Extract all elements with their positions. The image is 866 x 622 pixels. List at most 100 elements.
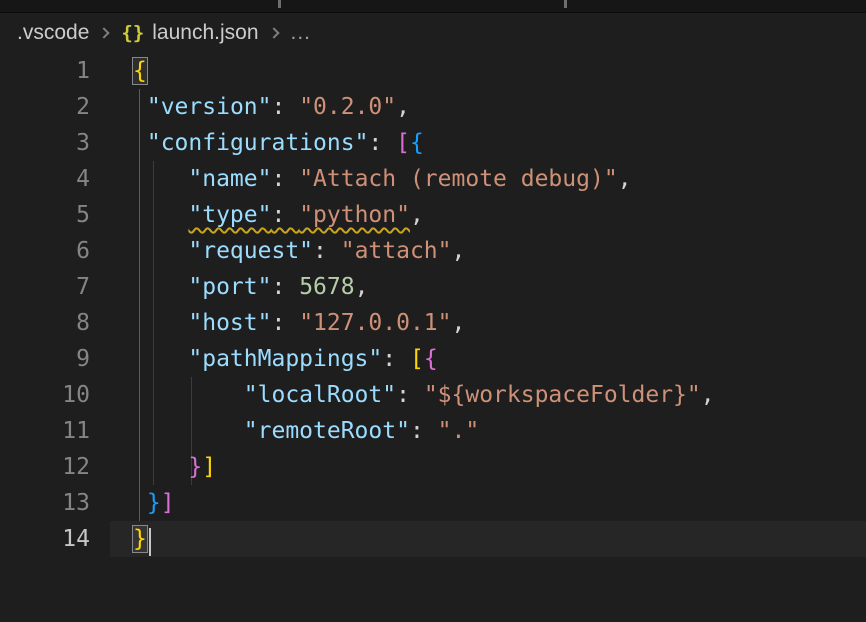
code-token: : — [368, 130, 396, 156]
code-token: ] — [161, 490, 175, 516]
code-line-content[interactable]: "request": "attach", — [110, 233, 866, 269]
code-token: "localRoot" — [244, 382, 396, 408]
code-line-content[interactable]: "remoteRoot": "." — [110, 413, 866, 449]
code-line-content[interactable]: }] — [110, 449, 866, 485]
text-cursor — [149, 528, 151, 556]
code-line: 1{ — [0, 53, 866, 89]
code-token: "type" — [188, 202, 271, 228]
breadcrumb: .vscode {} launch.json ... — [0, 13, 866, 53]
code-line: 9 "pathMappings": [{ — [0, 341, 866, 377]
code-token: "request" — [188, 238, 313, 264]
line-number[interactable]: 9 — [0, 341, 110, 377]
chevron-right-icon — [99, 27, 110, 38]
code-token: "port" — [188, 274, 271, 300]
breadcrumb-item-vscode[interactable]: .vscode — [17, 21, 89, 45]
code-line: 13 }] — [0, 485, 866, 521]
code-line: 10 "localRoot": "${workspaceFolder}", — [0, 377, 866, 413]
code-lines: 1{2 "version": "0.2.0",3 "configurations… — [0, 53, 866, 557]
chevron-right-icon — [268, 27, 279, 38]
code-line-content[interactable]: "host": "127.0.0.1", — [110, 305, 866, 341]
code-token: "attach" — [341, 238, 452, 264]
line-number[interactable]: 7 — [0, 269, 110, 305]
code-token: : — [271, 274, 299, 300]
code-token: : — [271, 310, 299, 336]
editor[interactable]: 1{2 "version": "0.2.0",3 "configurations… — [0, 53, 866, 622]
line-number[interactable]: 3 — [0, 125, 110, 161]
code-token: { — [410, 130, 424, 156]
code-line: 5 "type": "python", — [0, 197, 866, 233]
code-token: , — [410, 202, 424, 228]
tab-separator-icon — [564, 0, 567, 8]
code-token: , — [452, 238, 466, 264]
code-line-content[interactable]: "localRoot": "${workspaceFolder}", — [110, 377, 866, 413]
code-line-content[interactable]: } — [110, 521, 866, 557]
code-token: , — [355, 274, 369, 300]
code-token: } — [147, 490, 161, 516]
line-number[interactable]: 4 — [0, 161, 110, 197]
json-braces-icon: {} — [121, 22, 144, 44]
line-number[interactable]: 14 — [0, 521, 110, 557]
code-token: ] — [202, 454, 216, 480]
code-token: , — [701, 382, 715, 408]
code-line: 11 "remoteRoot": "." — [0, 413, 866, 449]
tab-bar-strip — [0, 0, 866, 13]
code-line: 8 "host": "127.0.0.1", — [0, 305, 866, 341]
code-line-content[interactable]: { — [110, 53, 866, 89]
code-token: "python" — [299, 202, 410, 228]
code-token: , — [618, 166, 632, 192]
code-token: "${workspaceFolder}" — [424, 382, 701, 408]
code-token: : — [396, 382, 424, 408]
breadcrumb-item-launch-json[interactable]: launch.json — [152, 21, 258, 45]
code-token: { — [424, 346, 438, 372]
code-line-content[interactable]: "port": 5678, — [110, 269, 866, 305]
code-token: } — [188, 454, 202, 480]
code-token: "version" — [147, 94, 272, 120]
code-token: "host" — [188, 310, 271, 336]
code-token: "pathMappings" — [188, 346, 382, 372]
code-line: 7 "port": 5678, — [0, 269, 866, 305]
code-line-content[interactable]: }] — [110, 485, 866, 521]
code-token: : — [382, 346, 410, 372]
code-token: : — [271, 202, 299, 228]
line-number[interactable]: 2 — [0, 89, 110, 125]
line-number[interactable]: 6 — [0, 233, 110, 269]
code-token: [ — [410, 346, 424, 372]
matched-bracket: } — [133, 526, 147, 552]
code-token: 5678 — [299, 274, 354, 300]
code-token: "Attach (remote debug)" — [299, 166, 618, 192]
code-line-content[interactable]: "type": "python", — [110, 197, 866, 233]
tab-separator-icon — [278, 0, 281, 8]
code-token: : — [271, 94, 299, 120]
code-token: "configurations" — [147, 130, 369, 156]
line-number[interactable]: 11 — [0, 413, 110, 449]
code-line-content[interactable]: "name": "Attach (remote debug)", — [110, 161, 866, 197]
code-line: 4 "name": "Attach (remote debug)", — [0, 161, 866, 197]
line-number[interactable]: 1 — [0, 53, 110, 89]
code-token: "name" — [188, 166, 271, 192]
breadcrumb-item-more[interactable]: ... — [291, 21, 312, 45]
code-line-content[interactable]: "version": "0.2.0", — [110, 89, 866, 125]
line-number[interactable]: 10 — [0, 377, 110, 413]
code-token: "." — [438, 418, 480, 444]
code-line: 6 "request": "attach", — [0, 233, 866, 269]
code-token: : — [313, 238, 341, 264]
code-line-content[interactable]: "pathMappings": [{ — [110, 341, 866, 377]
code-token: , — [452, 310, 466, 336]
code-token: "0.2.0" — [299, 94, 396, 120]
line-number[interactable]: 13 — [0, 485, 110, 521]
code-line-content[interactable]: "configurations": [{ — [110, 125, 866, 161]
code-token: : — [271, 166, 299, 192]
line-number[interactable]: 8 — [0, 305, 110, 341]
code-token: "127.0.0.1" — [299, 310, 451, 336]
code-token: , — [396, 94, 410, 120]
code-line: 3 "configurations": [{ — [0, 125, 866, 161]
line-number[interactable]: 12 — [0, 449, 110, 485]
matched-bracket: { — [133, 58, 147, 84]
code-token: [ — [396, 130, 410, 156]
code-line: 2 "version": "0.2.0", — [0, 89, 866, 125]
code-token: : — [410, 418, 438, 444]
code-line: 14} — [0, 521, 866, 557]
code-token: "remoteRoot" — [244, 418, 410, 444]
line-number[interactable]: 5 — [0, 197, 110, 233]
code-line: 12 }] — [0, 449, 866, 485]
